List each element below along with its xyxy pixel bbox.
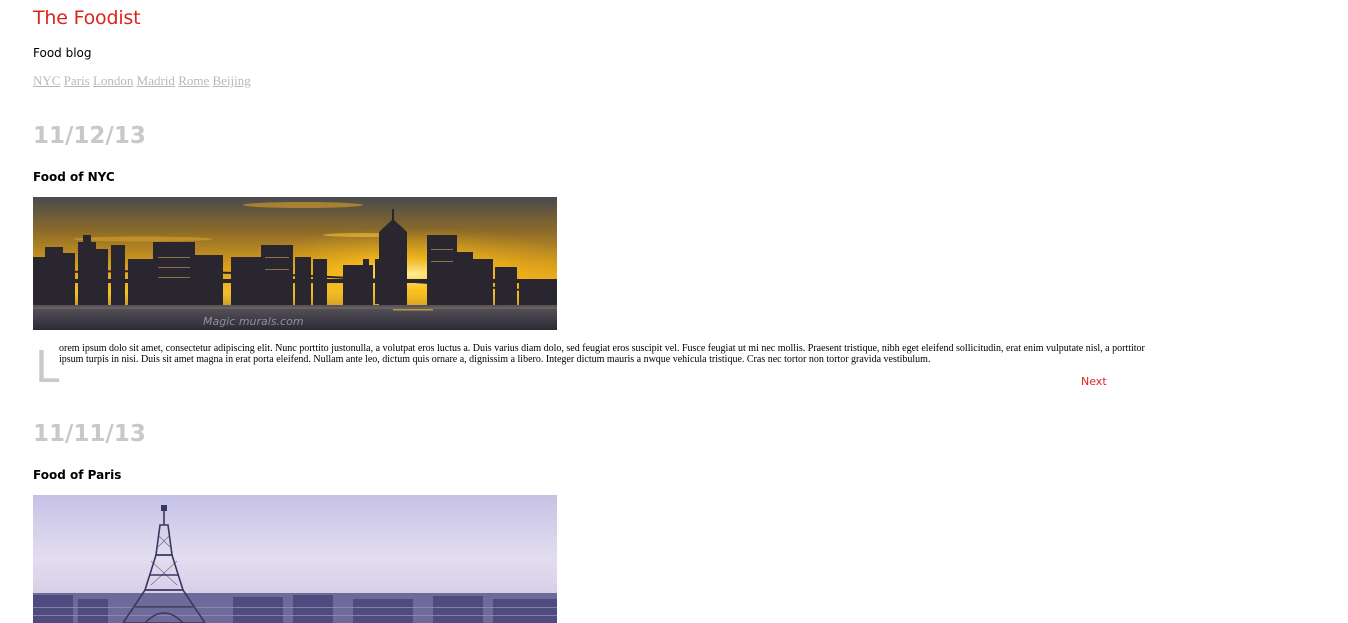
nav-link-paris[interactable]: Paris xyxy=(64,73,90,88)
nav-link-beijing[interactable]: Beijing xyxy=(213,73,251,88)
post-dropcap: L xyxy=(35,342,60,393)
nav-link-madrid[interactable]: Madrid xyxy=(137,73,175,88)
city-nav: NYC Paris London Madrid Rome Beijing xyxy=(33,73,251,89)
post-date: 11/11/13 xyxy=(33,421,146,447)
next-post-link[interactable]: Next xyxy=(1081,375,1107,388)
paris-eiffel-tower-image xyxy=(33,495,557,623)
post-title: Food of NYC xyxy=(33,170,115,184)
site-title[interactable]: The Foodist xyxy=(33,7,141,29)
site-tagline: Food blog xyxy=(33,46,92,60)
post-title: Food of Paris xyxy=(33,468,122,482)
nav-link-london[interactable]: London xyxy=(93,73,133,88)
post-date: 11/12/13 xyxy=(33,123,146,149)
image-watermark: Magic murals.com xyxy=(203,315,304,328)
nyc-skyline-image: Magic murals.com xyxy=(33,197,557,330)
nav-link-rome[interactable]: Rome xyxy=(178,73,209,88)
nav-link-nyc[interactable]: NYC xyxy=(33,73,60,88)
post-body: orem ipsum dolo sit amet, consectetur ad… xyxy=(59,343,1145,365)
